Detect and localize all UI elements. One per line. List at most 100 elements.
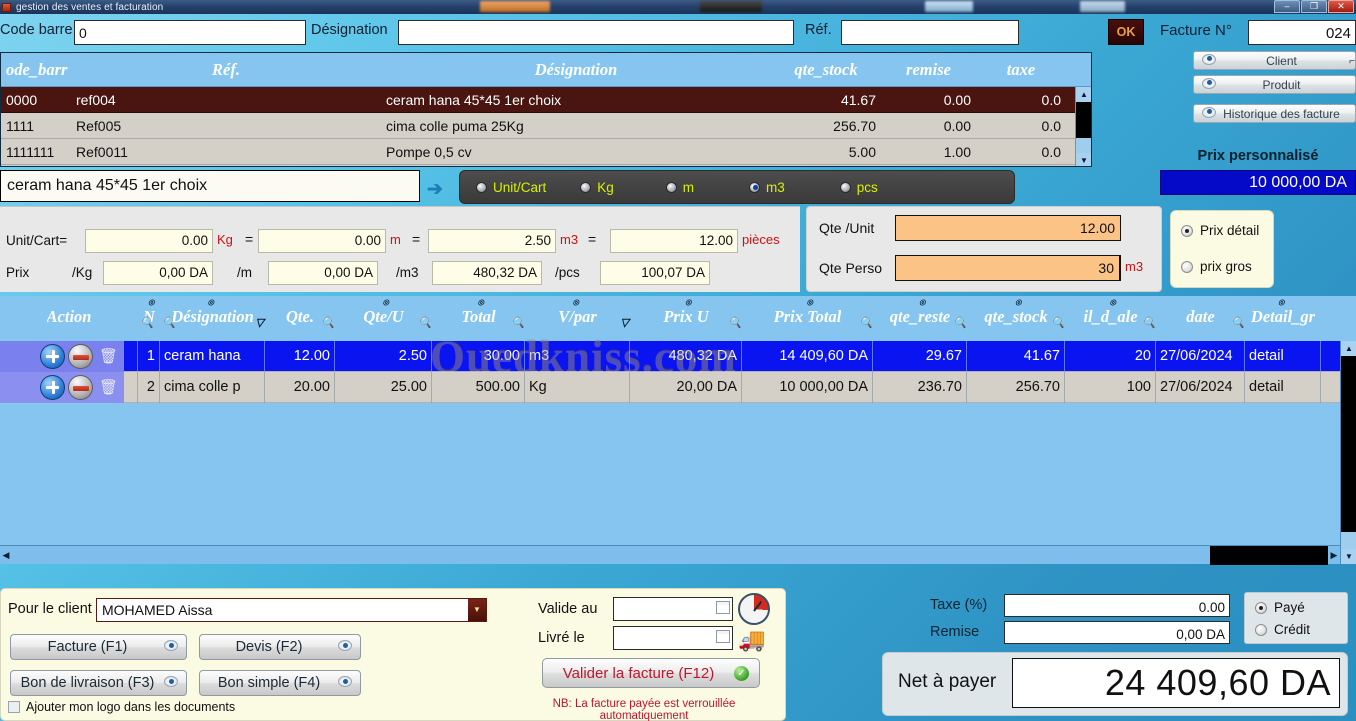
cell-designation[interactable]: ceram hana bbox=[160, 340, 265, 372]
pin-icon[interactable]: ⌾ bbox=[1011, 298, 1021, 309]
delete-row-icon[interactable]: 🗑 bbox=[96, 344, 121, 369]
radio-icon[interactable] bbox=[1181, 260, 1193, 273]
magnifier-icon[interactable]: 🔍 bbox=[1231, 316, 1245, 329]
pin-icon[interactable]: ⌾ bbox=[573, 298, 583, 309]
radio-icon[interactable] bbox=[476, 181, 487, 193]
remove-row-icon[interactable] bbox=[68, 343, 93, 369]
radio-icon[interactable] bbox=[839, 181, 851, 193]
valider-facture-button[interactable]: Valider la facture (F12) ✓ bbox=[542, 658, 760, 688]
prix-per-kg-input[interactable]: 0,00 DA bbox=[103, 261, 213, 285]
pin-icon[interactable]: ⌾ bbox=[144, 298, 154, 309]
invoice-lines-grid[interactable]: Action ⌾ 🔍 N ⌾ 🔍 Désignation ▽ Qte. 🔍 ⌾ … bbox=[0, 296, 1356, 565]
scrollbar-track[interactable] bbox=[12, 545, 1328, 565]
magnifier-icon[interactable]: 🔍 bbox=[1051, 316, 1065, 329]
scroll-up-icon[interactable]: ▲ bbox=[1341, 341, 1356, 356]
magnifier-icon[interactable]: 🔍 bbox=[859, 316, 873, 329]
table-row[interactable]: 🗑 1 ceram hana 12.00 2.50 30.00 m3 480,3… bbox=[0, 340, 1356, 372]
radio-icon[interactable] bbox=[1255, 601, 1267, 614]
radio-icon[interactable] bbox=[1181, 224, 1193, 237]
radio-credit[interactable]: Crédit bbox=[1255, 622, 1310, 637]
m-conversion-input[interactable]: 0.00 bbox=[258, 229, 386, 253]
radio-prix-gros[interactable]: prix gros bbox=[1181, 259, 1252, 274]
historique-facture-button[interactable]: Historique des facture bbox=[1193, 104, 1356, 123]
magnifier-icon[interactable]: 🔍 bbox=[140, 316, 154, 329]
invoice-grid-horizontal-scrollbar[interactable]: ◀ ▶ bbox=[0, 545, 1340, 565]
scrollbar-thumb[interactable] bbox=[1076, 102, 1091, 138]
product-grid-vertical-scrollbar[interactable]: ▲ ▼ bbox=[1075, 87, 1091, 166]
magnifier-icon[interactable]: 🔍 bbox=[162, 316, 176, 329]
bon-livraison-button[interactable]: Bon de livraison (F3) bbox=[10, 670, 187, 696]
scroll-right-icon[interactable]: ▶ bbox=[1328, 550, 1340, 561]
designation-search-input[interactable] bbox=[398, 20, 794, 45]
cell-designation[interactable]: cima colle p bbox=[160, 371, 265, 403]
client-combobox[interactable]: MOHAMED Aissa ▼ bbox=[96, 598, 487, 622]
cell-detail[interactable]: detail bbox=[1245, 371, 1321, 403]
pin-icon[interactable]: ⌾ bbox=[379, 298, 389, 309]
taxe-input[interactable]: 0.00 bbox=[1004, 594, 1230, 617]
invoice-grid-vertical-scrollbar[interactable]: ▲ ▼ bbox=[1340, 341, 1356, 564]
radio-paye[interactable]: Payé bbox=[1255, 600, 1305, 615]
radio-icon[interactable] bbox=[580, 181, 592, 193]
facture-button[interactable]: Facture (F1) bbox=[10, 634, 187, 660]
pin-icon[interactable]: ⌾ bbox=[1106, 298, 1116, 309]
maximize-button[interactable]: ❐ bbox=[1301, 0, 1327, 13]
pin-icon[interactable]: ⌾ bbox=[915, 298, 925, 309]
magnifier-icon[interactable]: 🔍 bbox=[321, 316, 335, 329]
cell-qte-u[interactable]: 25.00 bbox=[335, 371, 432, 403]
table-row[interactable]: 🗑 2 cima colle p 20.00 25.00 500.00 Kg 2… bbox=[0, 371, 1356, 403]
table-row[interactable]: 1111 Ref005 cima colle puma 25Kg 256.70 … bbox=[1, 113, 1091, 139]
scroll-down-icon[interactable]: ▼ bbox=[1076, 153, 1091, 166]
magnifier-icon[interactable]: 🔍 bbox=[728, 316, 742, 329]
selected-designation-input[interactable]: ceram hana 45*45 1er choix bbox=[0, 170, 420, 202]
filter-icon[interactable]: ▽ bbox=[256, 316, 264, 329]
pin-icon[interactable]: ⌾ bbox=[803, 298, 813, 309]
magnifier-icon[interactable]: 🔍 bbox=[1142, 316, 1156, 329]
unit-option-kg[interactable]: Kg bbox=[580, 180, 614, 195]
add-row-icon[interactable] bbox=[40, 374, 65, 400]
table-row[interactable]: 0000 ref004 ceram hana 45*45 1er choix 4… bbox=[1, 87, 1091, 113]
pcs-conversion-input[interactable]: 12.00 bbox=[610, 229, 738, 253]
unit-option-pcs[interactable]: pcs bbox=[839, 180, 878, 195]
ok-button[interactable]: OK bbox=[1108, 19, 1144, 45]
scroll-up-icon[interactable]: ▲ bbox=[1076, 87, 1091, 102]
logo-checkbox[interactable]: Ajouter mon logo dans les documents bbox=[8, 700, 235, 714]
cell-detail[interactable]: detail bbox=[1245, 340, 1321, 372]
produit-button[interactable]: Produit bbox=[1193, 75, 1356, 94]
unit-option-m3[interactable]: m3 bbox=[749, 180, 785, 195]
pin-icon[interactable]: ⌾ bbox=[474, 298, 484, 309]
close-button[interactable]: ✕ bbox=[1328, 0, 1354, 13]
radio-icon[interactable] bbox=[749, 181, 761, 193]
remise-input[interactable]: 0,00 DA bbox=[1004, 621, 1230, 644]
delete-row-icon[interactable]: 🗑 bbox=[96, 375, 121, 400]
devis-button[interactable]: Devis (F2) bbox=[199, 634, 361, 660]
radio-icon[interactable] bbox=[1255, 623, 1267, 636]
table-row[interactable]: 1111111 Ref0011 Pompe 0,5 cv 5.00 1.00 0… bbox=[1, 139, 1091, 165]
pin-icon[interactable]: ⌾ bbox=[1278, 298, 1288, 309]
calendar-icon[interactable] bbox=[716, 630, 730, 643]
m3-conversion-input[interactable]: 2.50 bbox=[428, 229, 556, 253]
prix-per-pcs-input[interactable]: 100,07 DA bbox=[600, 261, 710, 285]
cell-qte[interactable]: 20.00 bbox=[265, 371, 335, 403]
pin-icon[interactable]: ⌾ bbox=[208, 298, 218, 309]
minimize-button[interactable]: – bbox=[1274, 0, 1300, 13]
prix-personnalise-value[interactable]: 10 000,00 DA bbox=[1160, 170, 1356, 195]
magnifier-icon[interactable]: 🔍 bbox=[511, 316, 525, 329]
ref-search-input[interactable] bbox=[841, 20, 1019, 45]
codebarre-input[interactable]: 0 bbox=[74, 20, 306, 45]
unit-option-m[interactable]: m bbox=[665, 180, 694, 195]
bon-simple-button[interactable]: Bon simple (F4) bbox=[199, 670, 361, 696]
radio-icon[interactable] bbox=[665, 181, 677, 193]
prix-per-m3-input[interactable]: 480,32 DA bbox=[432, 261, 542, 285]
scroll-left-icon[interactable]: ◀ bbox=[0, 550, 12, 561]
livre-le-input[interactable] bbox=[613, 626, 733, 650]
magnifier-icon[interactable]: 🔍 bbox=[953, 316, 967, 329]
remove-row-icon[interactable] bbox=[68, 374, 93, 400]
scroll-down-icon[interactable]: ▼ bbox=[1341, 549, 1356, 564]
valide-au-input[interactable] bbox=[613, 597, 733, 621]
filter-icon[interactable]: ▽ bbox=[621, 316, 629, 329]
cell-prix-u[interactable]: 20,00 DA bbox=[630, 371, 742, 403]
product-results-grid[interactable]: ode_barr Réf. Désignation qte_stock remi… bbox=[0, 52, 1092, 167]
chevron-down-icon[interactable]: ▼ bbox=[468, 599, 486, 621]
unit-selector-group[interactable]: Unit/Cart Kg m m3 pcs bbox=[459, 170, 1015, 204]
cell-qte[interactable]: 12.00 bbox=[265, 340, 335, 372]
